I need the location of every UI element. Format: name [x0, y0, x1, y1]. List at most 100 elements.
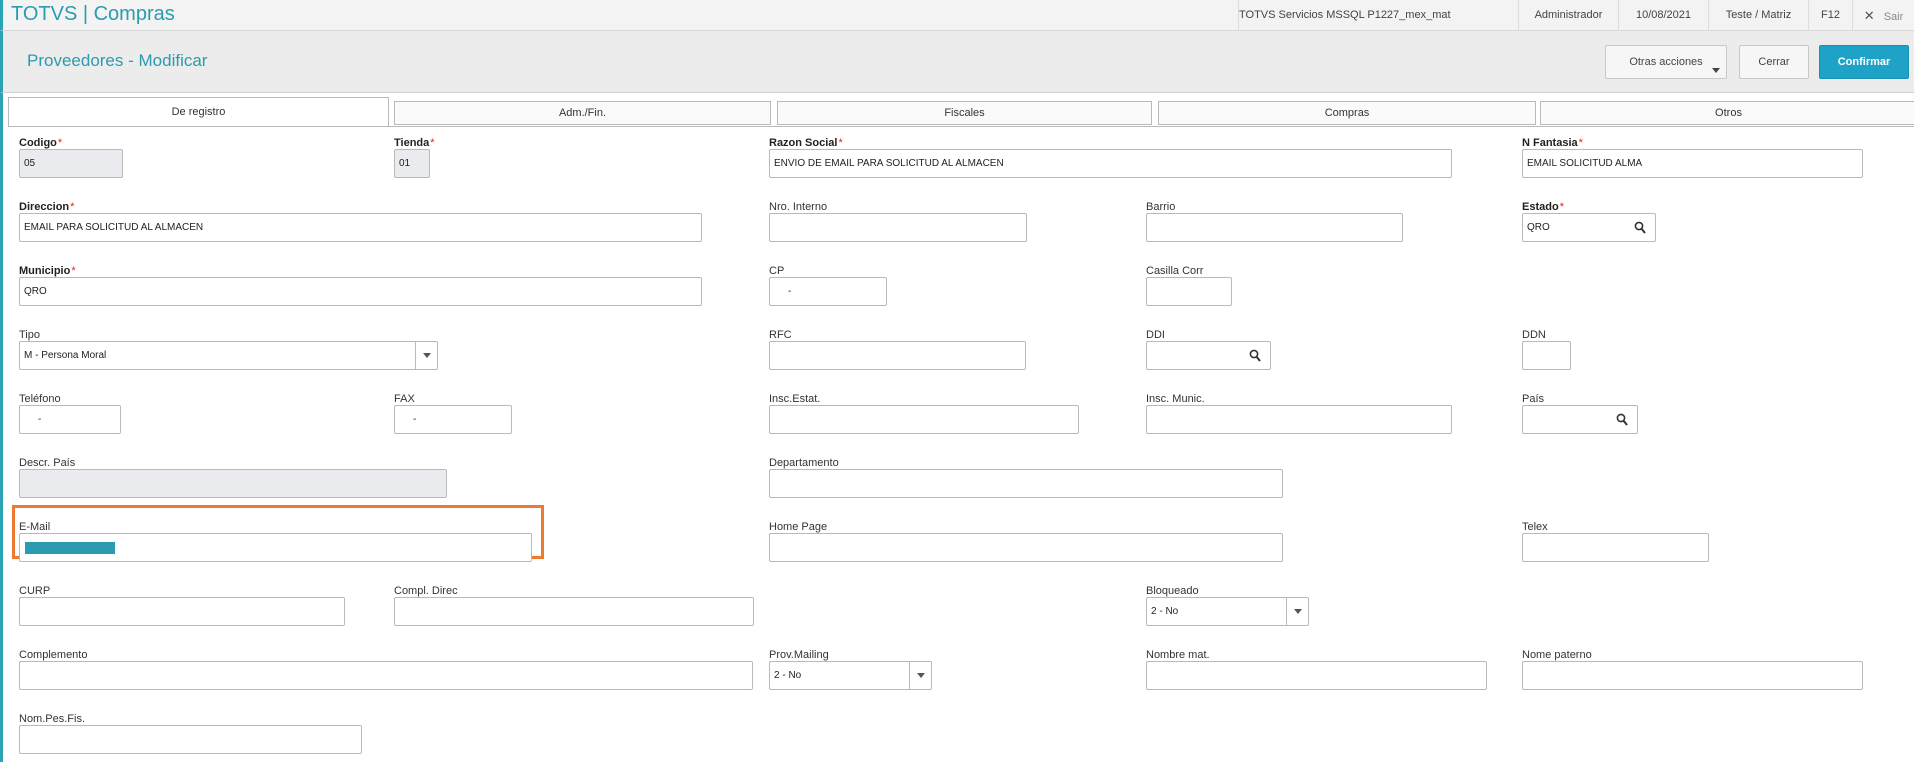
razon-social-field[interactable]: ENVIO DE EMAIL PARA SOLICITUD AL ALMACEN — [769, 149, 1452, 178]
date-label: 10/08/2021 — [1618, 0, 1708, 31]
branch-label[interactable]: Teste / Matriz — [1708, 0, 1808, 31]
exit-button[interactable]: ✕ Sair — [1852, 0, 1914, 31]
f12-button[interactable]: F12 — [1808, 0, 1852, 31]
barrio-field[interactable] — [1146, 213, 1403, 242]
cp-label: CP — [769, 265, 785, 277]
estado-label: Estado* — [1522, 201, 1564, 213]
prov-mailing-label: Prov.Mailing — [769, 649, 829, 661]
dropdown-button[interactable] — [415, 342, 437, 369]
insc-munic-field[interactable] — [1146, 405, 1452, 434]
departamento-field[interactable] — [769, 469, 1283, 498]
bloqueado-value: 2 - No — [1151, 606, 1179, 617]
dropdown-button[interactable] — [909, 662, 931, 689]
tab-fiscales[interactable]: Fiscales — [777, 101, 1152, 125]
tienda-label: Tienda* — [394, 137, 435, 149]
razon-social-label: Razon Social* — [769, 137, 843, 149]
bloqueado-label: Bloqueado — [1146, 585, 1199, 597]
ddi-label: DDI — [1146, 329, 1165, 341]
codigo-label: Codigo* — [19, 137, 63, 149]
prov-mailing-select[interactable]: 2 - No — [769, 661, 932, 690]
rfc-field[interactable] — [769, 341, 1026, 370]
more-actions-button[interactable]: Otras acciones — [1605, 45, 1727, 79]
prov-mailing-value: 2 - No — [774, 670, 802, 681]
form-area: De registro Adm./Fin. Fiscales Compras O… — [0, 93, 1914, 762]
compl-direc-field[interactable] — [394, 597, 754, 626]
tab-compras[interactable]: Compras — [1158, 101, 1536, 125]
app-title: TOTVS | Compras — [11, 3, 175, 25]
more-actions-label: Otras acciones — [1629, 56, 1703, 68]
tipo-select[interactable]: M - Persona Moral — [19, 341, 438, 370]
cp-field[interactable]: - — [769, 277, 887, 306]
tab-divider — [8, 126, 1914, 127]
redacted-email-mark — [25, 542, 115, 554]
email-label: E-Mail — [19, 521, 51, 533]
direccion-label: Direccion* — [19, 201, 75, 213]
complemento-label: Complemento — [19, 649, 88, 661]
chevron-down-icon — [1293, 609, 1302, 614]
email-field[interactable] — [19, 533, 532, 562]
municipio-field[interactable]: QRO — [19, 277, 702, 306]
nro-interno-field[interactable] — [769, 213, 1027, 242]
home-page-field[interactable] — [769, 533, 1283, 562]
telex-field[interactable] — [1522, 533, 1709, 562]
barrio-label: Barrio — [1146, 201, 1176, 213]
tab-de-registro[interactable]: De registro — [8, 97, 389, 127]
insc-munic-label: Insc. Munic. — [1146, 393, 1205, 405]
codigo-field[interactable]: 05 — [19, 149, 123, 178]
caret-down-icon — [1712, 68, 1720, 73]
curp-field[interactable] — [19, 597, 345, 626]
ddn-label: DDN — [1522, 329, 1546, 341]
ddn-field[interactable] — [1522, 341, 1571, 370]
direccion-field[interactable]: EMAIL PARA SOLICITUD AL ALMACEN — [19, 213, 702, 242]
confirm-button[interactable]: Confirmar — [1819, 45, 1909, 79]
fax-label: FAX — [394, 393, 415, 405]
insc-estat-label: Insc.Estat. — [769, 393, 821, 405]
search-icon[interactable] — [1634, 221, 1646, 235]
nombre-mat-field[interactable] — [1146, 661, 1487, 690]
nom-pes-fis-field[interactable] — [19, 725, 362, 754]
nome-paterno-label: Nome paterno — [1522, 649, 1592, 661]
chevron-down-icon — [916, 673, 925, 678]
nome-paterno-field[interactable] — [1522, 661, 1863, 690]
close-icon: ✕ — [1863, 8, 1875, 23]
rfc-label: RFC — [769, 329, 792, 341]
search-icon[interactable] — [1249, 349, 1261, 363]
casilla-corr-field[interactable] — [1146, 277, 1232, 306]
tienda-field[interactable]: 01 — [394, 149, 430, 178]
page-header: Proveedores - Modificar Otras acciones C… — [0, 31, 1914, 93]
tab-otros[interactable]: Otros — [1540, 101, 1914, 125]
dropdown-button[interactable] — [1286, 598, 1308, 625]
tipo-label: Tipo — [19, 329, 40, 341]
n-fantasia-label: N Fantasia* — [1522, 137, 1583, 149]
insc-estat-field[interactable] — [769, 405, 1079, 434]
descr-pais-label: Descr. País — [19, 457, 76, 469]
user-label[interactable]: Administrador — [1518, 0, 1618, 31]
nombre-mat-label: Nombre mat. — [1146, 649, 1210, 661]
estado-value: QRO — [1527, 222, 1550, 233]
exit-label: Sair — [1883, 11, 1904, 23]
descr-pais-field[interactable] — [19, 469, 447, 498]
telefono-label: Teléfono — [19, 393, 61, 405]
page-title: Proveedores - Modificar — [27, 51, 208, 70]
compl-direc-label: Compl. Direc — [394, 585, 458, 597]
telex-label: Telex — [1522, 521, 1548, 533]
n-fantasia-field[interactable]: EMAIL SOLICITUD ALMA — [1522, 149, 1863, 178]
departamento-label: Departamento — [769, 457, 839, 469]
tab-adm-fin[interactable]: Adm./Fin. — [394, 101, 771, 125]
search-icon[interactable] — [1616, 413, 1628, 427]
fax-field[interactable]: - — [394, 405, 512, 434]
nom-pes-fis-label: Nom.Pes.Fis. — [19, 713, 86, 725]
nro-interno-label: Nro. Interno — [769, 201, 828, 213]
pais-field[interactable] — [1522, 405, 1638, 434]
bloqueado-select[interactable]: 2 - No — [1146, 597, 1309, 626]
telefono-field[interactable]: - — [19, 405, 121, 434]
curp-label: CURP — [19, 585, 51, 597]
environment-label: TOTVS Servicios MSSQL P1227_mex_mat — [1238, 0, 1451, 31]
close-button[interactable]: Cerrar — [1739, 45, 1809, 79]
pais-label: País — [1522, 393, 1545, 405]
ddi-field[interactable] — [1146, 341, 1271, 370]
estado-field[interactable]: QRO — [1522, 213, 1656, 242]
complemento-field[interactable] — [19, 661, 753, 690]
municipio-label: Municipio* — [19, 265, 76, 277]
casilla-corr-label: Casilla Corr — [1146, 265, 1204, 277]
